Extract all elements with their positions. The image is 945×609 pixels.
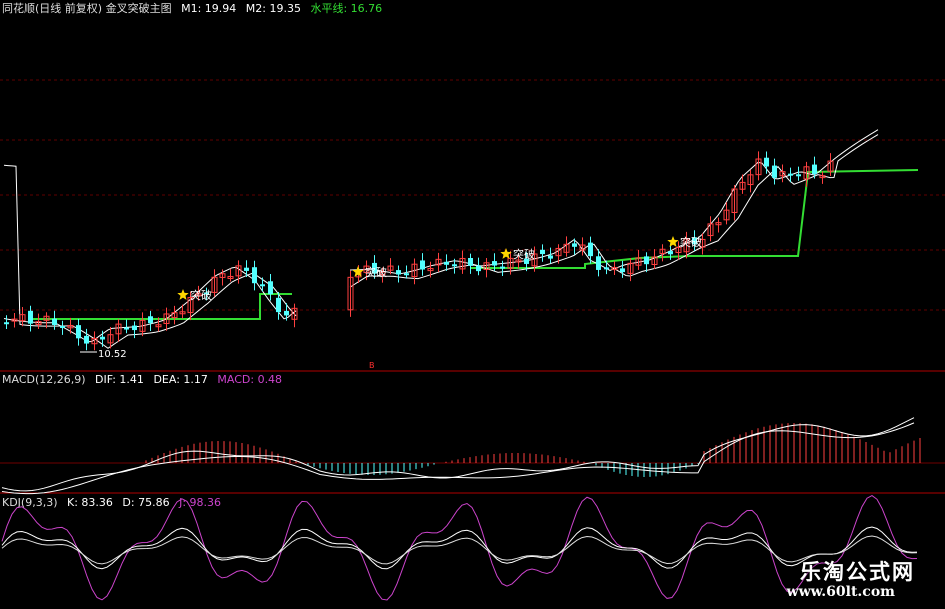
watermark-name: 乐淘公式网 [800,559,915,584]
candle-body-down [420,260,425,270]
candle-body-down [76,325,81,339]
candle-body-down [788,173,793,176]
candle-body-down [500,266,505,269]
moving-average-lines [3,129,879,349]
candle-body-down [468,258,473,266]
candle-body-down [404,273,409,276]
candle-body-down [260,284,265,287]
candle-body-down [52,318,57,326]
candle-body-down [764,157,769,167]
candle-body-down [452,264,457,267]
candle-body-down [572,243,577,247]
candle-body-down [276,297,281,313]
candle-body-down [620,268,625,273]
candle-body-down [4,322,9,325]
k-line [1,526,918,570]
dea-line [1,422,915,495]
macd-indicator [1,417,921,495]
signal-star-icon [177,289,189,300]
candle-body-down [444,261,449,265]
candlesticks [4,151,834,351]
candle-body-down [548,255,553,259]
candle-body-down [604,267,609,270]
candle-body-down [124,327,129,330]
main-grid [0,79,945,311]
candle-body-down [644,256,649,265]
signal-label: 突破 [680,235,702,249]
level-line [30,169,919,320]
j-line [1,495,918,601]
kdj-indicator [1,495,918,601]
candle-body-down [132,325,137,331]
level-line-segment-2 [470,169,919,269]
candle-body-down [588,242,593,257]
candle-body-down [796,174,801,177]
candle-body-down [84,335,89,344]
watermark-url: www.60lt.com [786,584,895,600]
signal-label: 突破 [513,247,535,261]
signal-label: 突破 [365,265,387,279]
candle-body-down [28,310,33,324]
level-line-segment-1 [30,293,292,320]
candle-body-down [244,267,249,271]
signal-label: 突破 [190,288,212,302]
chart-canvas: 突破突破突破突破 10.52 B [0,79,945,601]
candle-body-down [668,251,673,255]
candle-body-down [252,267,257,284]
candle-body-down [772,165,777,178]
dif-line [1,417,915,492]
candle-body-down [60,325,65,328]
candle-body-down [148,316,153,324]
signal-star-icon [667,236,679,247]
candle-body-down [268,281,273,295]
candle-body-down [492,261,497,266]
candle-body-down [540,249,545,255]
candle-body-down [284,310,289,316]
signal-star-icon [500,248,512,259]
candle-body-down [100,336,105,340]
stock-chart-window: 同花顺(日线 前复权) 金叉突破主图 M1: 19.94 M2: 19.35 水… [0,0,945,609]
candle-body-down [596,256,601,270]
buy-marker: B [369,361,375,370]
candle-body-down [396,270,401,275]
candle-body-down [476,265,481,272]
candle-body-down [812,164,817,175]
low-price-label: 10.52 [98,349,127,360]
